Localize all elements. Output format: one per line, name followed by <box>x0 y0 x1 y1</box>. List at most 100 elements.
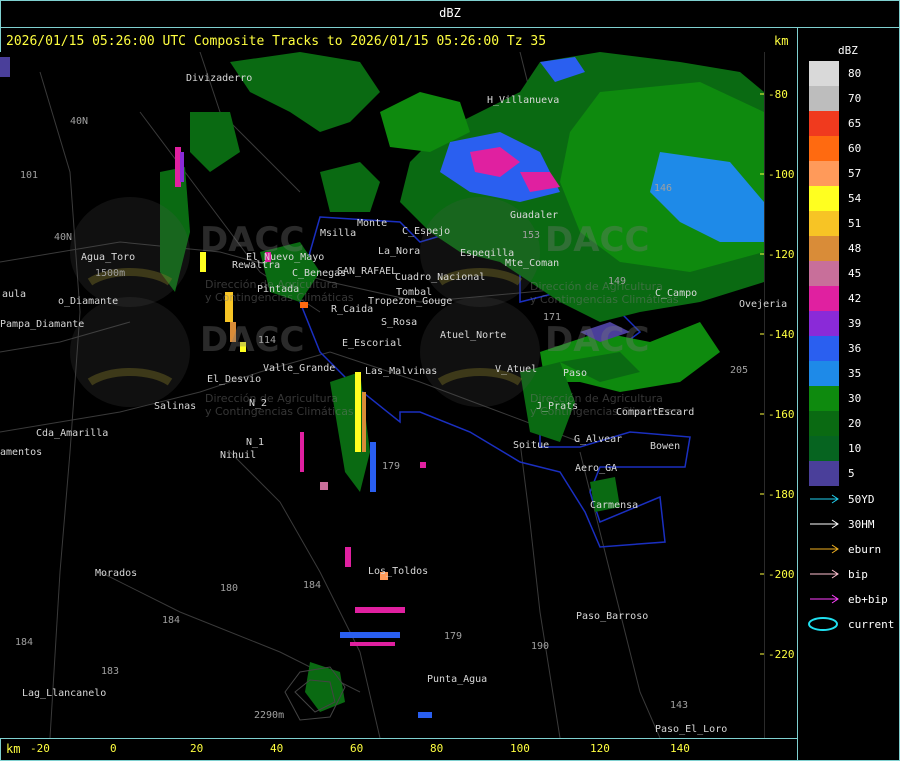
place-label: Ovejeria <box>739 299 788 310</box>
place-label: 40N <box>70 116 89 127</box>
place-label: C_Campo <box>655 288 698 299</box>
dacc-logo-text-3: DACC <box>545 220 650 260</box>
scale-swatch <box>809 236 839 261</box>
place-label: Monte <box>357 218 388 229</box>
place-label: C_Espejo <box>402 226 451 237</box>
place-label: Pampa_Diamante <box>0 319 85 330</box>
place-label: 114 <box>258 335 277 346</box>
track-label: 50YD <box>848 493 875 506</box>
y-tick-label: -140 <box>768 328 795 341</box>
scale-swatch <box>809 336 839 361</box>
place-label: El_Nuevo_Mayo <box>246 252 325 263</box>
x-tick-label: 80 <box>430 742 444 755</box>
place-label: Nihuil <box>220 450 257 461</box>
y-tick-label: -80 <box>768 88 788 101</box>
dacc-subtitle-line1: Dirección de Agricultura <box>205 392 338 405</box>
y-tick-label: -200 <box>768 568 795 581</box>
scale-value-label: 20 <box>848 417 862 430</box>
title-bar: dBZ <box>0 0 900 28</box>
x-tick-label: 120 <box>590 742 610 755</box>
place-label: Cda_Amarilla <box>36 428 109 439</box>
place-label: H_Villanueva <box>487 95 560 106</box>
place-label: Salinas <box>154 401 197 412</box>
track-label: eb+bip <box>848 593 888 606</box>
place-label: S_Rosa <box>381 317 418 328</box>
place-label: N_1 <box>246 437 265 448</box>
composite-header: 2026/01/15 05:26:00 UTC Composite Tracks… <box>6 34 547 49</box>
place-label: Paso_El_Loro <box>655 724 728 735</box>
x-tick-label: 0 <box>110 742 117 755</box>
arrow-icon <box>810 494 839 504</box>
place-label: 184 <box>162 615 181 626</box>
scale-swatch <box>809 311 839 336</box>
arrow-icon <box>810 594 839 604</box>
place-label: SAN_RAFAEL <box>337 266 398 277</box>
arrow-icon <box>810 519 839 529</box>
track-label: bip <box>848 568 868 581</box>
place-label: Cuadro_Nacional <box>395 272 486 283</box>
scale-swatch <box>809 386 839 411</box>
scale-value-label: 80 <box>848 67 862 80</box>
x-tick-label: -20 <box>30 742 50 755</box>
scale-swatch <box>809 436 839 461</box>
place-label: E_Escorial <box>342 338 403 349</box>
scale-swatch <box>809 461 839 486</box>
window-title: dBZ <box>439 6 461 20</box>
place-label: R_Caida <box>331 304 374 315</box>
place-label: 184 <box>303 580 322 591</box>
place-label: Divizaderro <box>186 73 253 84</box>
place-label: Los_Toldos <box>368 566 429 577</box>
dacc-logo-text-4: DACC <box>545 320 650 360</box>
place-label: 146 <box>654 183 673 194</box>
place-label: Valle_Grande <box>263 363 336 374</box>
place-label: Lag_Llancanelo <box>22 688 107 699</box>
dacc-logo-text-2: DACC <box>200 320 305 360</box>
place-label: o_Diamante <box>58 296 119 307</box>
arrow-icon <box>810 544 839 554</box>
scale-swatch <box>809 161 839 186</box>
place-label: 180 <box>220 583 239 594</box>
y-tick-label: -220 <box>768 648 795 661</box>
scale-swatch <box>809 361 839 386</box>
scale-value-label: 60 <box>848 142 862 155</box>
place-label: aula <box>2 289 27 300</box>
scale-value-label: 51 <box>848 217 862 230</box>
scale-value-label: 45 <box>848 267 862 280</box>
place-label: 40N <box>54 232 73 243</box>
scale-value-label: 70 <box>848 92 862 105</box>
scale-swatch <box>809 136 839 161</box>
place-label: 143 <box>670 700 689 711</box>
scale-value-label: 36 <box>848 342 862 355</box>
place-label: Punta_Agua <box>427 674 488 685</box>
scale-value-label: 39 <box>848 317 862 330</box>
y-tick-label: -180 <box>768 488 795 501</box>
dacc-subtitle-2: Dirección de Agricultura y Contingencias … <box>205 392 354 418</box>
x-axis-unit: km <box>6 742 21 756</box>
map-right-edge <box>764 52 765 738</box>
place-label: Atuel_Norte <box>440 330 507 341</box>
place-label: 2290m <box>254 710 285 721</box>
place-label: Guadaler <box>510 210 559 221</box>
place-label: La_Nora <box>378 246 421 257</box>
place-label: 190 <box>531 641 550 652</box>
dacc-subtitle-line2: y Contingencias Climáticas <box>205 405 354 418</box>
place-label: Tropezon_Gouge <box>368 296 453 307</box>
x-tick-label: 140 <box>670 742 690 755</box>
y-axis-unit: km <box>774 34 789 48</box>
place-label: Mte_Coman <box>505 258 560 269</box>
place-label: 183 <box>101 666 120 677</box>
x-tick-label: 20 <box>190 742 204 755</box>
place-label: amentos <box>0 447 43 458</box>
x-tick-label: 40 <box>270 742 284 755</box>
legend-title: dBZ <box>838 44 858 57</box>
place-label: Morados <box>95 568 138 579</box>
scale-swatch <box>809 61 839 86</box>
place-label: Las_Malvinas <box>365 366 438 377</box>
place-label: Aero_GA <box>575 463 618 474</box>
place-label: Agua_Toro <box>81 252 136 263</box>
scale-swatch <box>809 86 839 111</box>
x-tick-label: 60 <box>350 742 364 755</box>
scale-swatch <box>809 111 839 136</box>
place-label: 149 <box>608 276 627 287</box>
place-label: Soitue <box>513 440 550 451</box>
